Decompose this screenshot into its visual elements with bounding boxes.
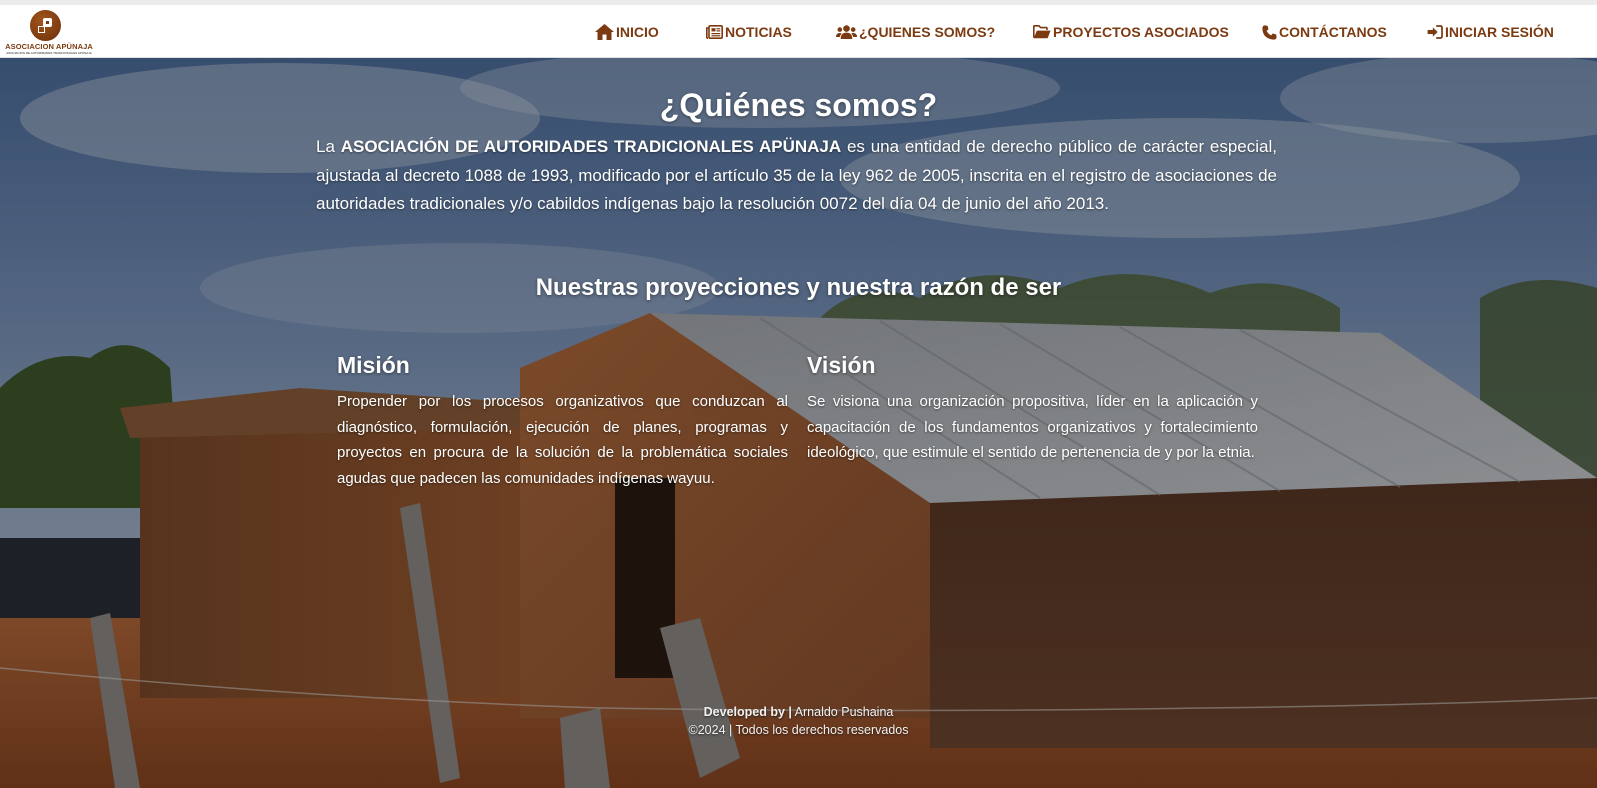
vision-column: Visión Se visiona una organización propo… [807, 350, 1258, 466]
footer-developed-label: Developed by | [703, 705, 792, 719]
nav-label: NOTICIAS [725, 24, 792, 40]
footer: Developed by | Arnaldo Pushaina ©2024 | … [0, 703, 1597, 739]
section-title: Nuestras proyecciones y nuestra razón de… [535, 274, 1062, 301]
nav-item-iniciar-sesion[interactable]: INICIAR SESIÓN [1427, 21, 1554, 43]
home-icon [595, 24, 616, 40]
mision-text: Propender por los procesos organizativos… [337, 393, 788, 487]
page-title: ¿Quiénes somos? [659, 87, 938, 123]
intro-prefix: La [316, 137, 341, 156]
phone-icon [1262, 24, 1279, 40]
nav-item-quienes-somos[interactable]: ¿QUIENES SOMOS? [836, 21, 995, 43]
vision-text: Se visiona una organización propositiva,… [807, 393, 1258, 461]
footer-copyright: ©2024 | Todos los derechos reservados [688, 723, 909, 737]
vision-heading: Visión [807, 352, 876, 378]
organization-name: ASOCIACIÓN DE AUTORIDADES TRADICIONALES … [340, 137, 842, 156]
nav-item-inicio[interactable]: INICIO [595, 21, 659, 43]
mision-heading: Misión [337, 352, 410, 378]
footer-credit: Developed by | Arnaldo Pushaina [0, 703, 1597, 721]
nav-label: INICIO [616, 24, 659, 40]
nav-label: ¿QUIENES SOMOS? [859, 24, 996, 40]
nav-label: INICIAR SESIÓN [1445, 24, 1554, 40]
nav-item-proyectos-asociados[interactable]: PROYECTOS ASOCIADOS [1033, 21, 1229, 43]
hero-section: ¿Quiénes somos? La ASOCIACIÓN DE AUTORID… [0, 58, 1597, 788]
nav-item-contactanos[interactable]: CONTÁCTANOS [1262, 21, 1387, 43]
nav-label: PROYECTOS ASOCIADOS [1053, 24, 1229, 40]
nav-label: CONTÁCTANOS [1279, 24, 1387, 40]
main-nav: INICIO NOTICIAS ¿QUIENES SOMOS? PROYECTO… [0, 5, 1597, 58]
about-content: ¿Quiénes somos? La ASOCIACIÓN DE AUTORID… [0, 58, 1597, 788]
mision-column: Misión Propender por los procesos organi… [337, 350, 788, 491]
site-header: ASOCIACION APÜNAJA ASOCIACION DE AUTORID… [0, 0, 1597, 58]
users-icon [836, 25, 859, 39]
newspaper-icon [706, 25, 725, 39]
intro-paragraph: La ASOCIACIÓN DE AUTORIDADES TRADICIONAL… [316, 133, 1277, 219]
nav-item-noticias[interactable]: NOTICIAS [706, 21, 792, 43]
footer-developer: Arnaldo Pushaina [791, 705, 894, 719]
folder-open-icon [1033, 25, 1053, 39]
sign-in-icon [1427, 25, 1445, 39]
